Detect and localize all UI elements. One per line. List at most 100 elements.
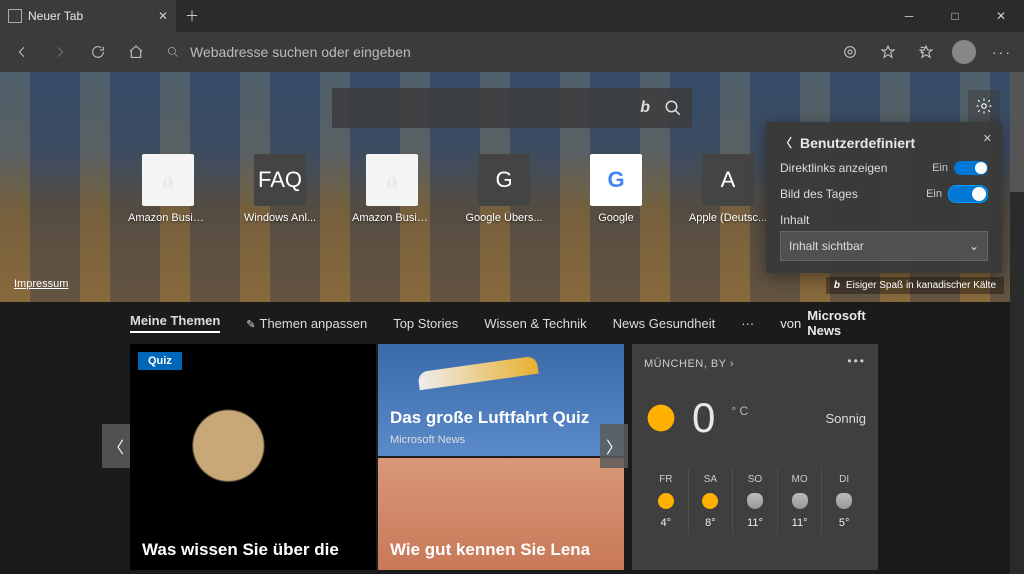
day-label: FR (659, 474, 672, 485)
forecast-day[interactable]: SA8° (688, 468, 733, 535)
panel-close-icon[interactable]: ✕ (983, 132, 992, 145)
profile-avatar[interactable] (946, 34, 982, 70)
window-minimize-button[interactable]: ─ (886, 0, 932, 32)
quick-link-tile[interactable]: AApple (Deutsc... (688, 154, 768, 224)
weather-location[interactable]: MÜNCHEN, BY › (644, 358, 734, 370)
quick-link-tile[interactable]: a Amazon Busin... (128, 154, 208, 224)
toggle-state-image: Ein (926, 188, 942, 200)
toggle-quicklinks[interactable] (954, 161, 988, 175)
panel-title: Benutzerdefiniert (800, 135, 915, 151)
card-title: Was wissen Sie über die (142, 539, 364, 560)
quick-link-tile[interactable]: FAQWindows Anl... (240, 154, 320, 224)
tracking-icon[interactable] (832, 34, 868, 70)
favorites-list-icon[interactable] (908, 34, 944, 70)
news-nav-item[interactable]: Wissen & Technik (484, 316, 586, 331)
vertical-scrollbar[interactable] (1010, 72, 1024, 574)
image-caption[interactable]: b Eisiger Spaß in kanadischer Kälte (826, 277, 1004, 294)
weather-unit: ° C (731, 404, 748, 418)
ntp-search-bar[interactable]: b (332, 88, 692, 128)
favorite-icon[interactable] (870, 34, 906, 70)
carousel-prev-button[interactable]: 〈 (102, 424, 130, 468)
news-card-1[interactable]: Quiz Was wissen Sie über die (130, 344, 376, 570)
pencil-icon: ✎ (246, 319, 255, 331)
cloud-icon (836, 493, 852, 509)
news-nav-more[interactable]: ··· (741, 316, 754, 331)
window-maximize-button[interactable]: □ (932, 0, 978, 32)
news-source: von Microsoft News (780, 308, 894, 338)
news-nav-item[interactable]: Top Stories (393, 316, 458, 331)
news-nav-item[interactable]: Meine Themen (130, 313, 220, 333)
weather-temp: 0 (692, 394, 715, 442)
tile-label: Google (576, 212, 656, 224)
card-title: Wie gut kennen Sie Lena (390, 539, 612, 560)
address-placeholder: Webadresse suchen oder eingeben (190, 44, 411, 60)
day-high: 5° (839, 517, 850, 529)
card-source: Microsoft News (390, 434, 465, 446)
panel-back-icon[interactable]: 〈 (780, 134, 792, 151)
forecast-day[interactable]: SO 11° (732, 468, 777, 535)
weather-widget[interactable]: MÜNCHEN, BY › ••• 0 ° C Sonnig FR4°SA8°S… (632, 344, 878, 570)
tab-favicon (8, 9, 22, 23)
scrollbar-thumb[interactable] (1010, 72, 1024, 192)
news-card-3[interactable]: Wie gut kennen Sie Lena (378, 458, 624, 570)
quick-link-tile[interactable]: GGoogle Übers... (464, 154, 544, 224)
back-button[interactable] (4, 34, 40, 70)
toggle-state-quicklinks: Ein (932, 162, 948, 174)
ntp-settings-button[interactable] (968, 90, 1000, 122)
tile-label: Google Übers... (464, 212, 544, 224)
quick-link-tile[interactable]: GGoogle (576, 154, 656, 224)
close-tab-icon[interactable]: ✕ (158, 9, 168, 23)
card-image (130, 344, 376, 570)
tile-label: Amazon Busin... (128, 212, 208, 224)
tile-icon: A (702, 154, 754, 206)
weather-forecast: FR4°SA8°SO11°MO11°DI5° (644, 468, 866, 535)
tab-title: Neuer Tab (28, 9, 83, 23)
day-label: SO (748, 474, 762, 485)
quick-link-tile[interactable]: a Amazon Busin... (352, 154, 432, 224)
search-icon[interactable] (664, 99, 682, 117)
forecast-day[interactable]: MO11° (777, 468, 822, 535)
news-nav-item[interactable]: News Gesundheit (613, 316, 716, 331)
bing-logo-icon: b (640, 99, 650, 117)
forecast-day[interactable]: FR 4° (644, 468, 688, 535)
home-button[interactable] (118, 34, 154, 70)
new-tab-button[interactable]: ＋ (176, 0, 208, 32)
chevron-down-icon: ⌄ (969, 239, 979, 253)
tile-icon: a (366, 154, 418, 206)
ntp-settings-panel: ✕ 〈 Benutzerdefiniert Direktlinks anzeig… (766, 122, 1002, 273)
forward-button[interactable] (42, 34, 78, 70)
sun-icon (644, 401, 678, 435)
cloud-icon (747, 493, 763, 509)
quiz-badge: Quiz (138, 352, 182, 370)
news-content: 〈 Quiz Was wissen Sie über die Das große… (0, 344, 1024, 574)
day-label: SA (704, 474, 717, 485)
tile-label: Amazon Busin... (352, 212, 432, 224)
tile-icon: a (142, 154, 194, 206)
day-high: 4° (661, 517, 672, 529)
tile-label: Windows Anl... (240, 212, 320, 224)
carousel-next-button[interactable]: 〉 (600, 424, 628, 468)
news-card-2[interactable]: Das große Luftfahrt Quiz Microsoft News (378, 344, 624, 456)
sun-icon (702, 493, 718, 509)
menu-button[interactable]: ··· (984, 34, 1020, 70)
address-bar[interactable]: Webadresse suchen oder eingeben (156, 37, 830, 67)
quick-links: a Amazon Busin... FAQWindows Anl... a Amazon… (128, 154, 768, 224)
card-title: Das große Luftfahrt Quiz (390, 407, 612, 428)
forecast-day[interactable]: DI 5° (821, 468, 866, 535)
content-dropdown-value: Inhalt sichtbar (789, 239, 864, 253)
weather-current: 0 ° C Sonnig (644, 394, 866, 442)
impressum-link[interactable]: Impressum (14, 278, 68, 290)
refresh-button[interactable] (80, 34, 116, 70)
day-label: DI (839, 474, 849, 485)
bing-logo-icon: b (834, 280, 840, 291)
browser-tab[interactable]: Neuer Tab ✕ (0, 0, 176, 32)
content-dropdown[interactable]: Inhalt sichtbar ⌄ (780, 231, 988, 261)
gear-icon (975, 97, 993, 115)
window-close-button[interactable]: ✕ (978, 0, 1024, 32)
day-high: 11° (792, 517, 808, 529)
news-nav-item[interactable]: ✎Themen anpassen (246, 316, 367, 331)
day-high: 11° (747, 517, 763, 529)
toggle-image-of-day[interactable] (948, 185, 988, 203)
weather-more-icon[interactable]: ••• (847, 354, 866, 368)
browser-toolbar: Webadresse suchen oder eingeben ··· (0, 32, 1024, 72)
